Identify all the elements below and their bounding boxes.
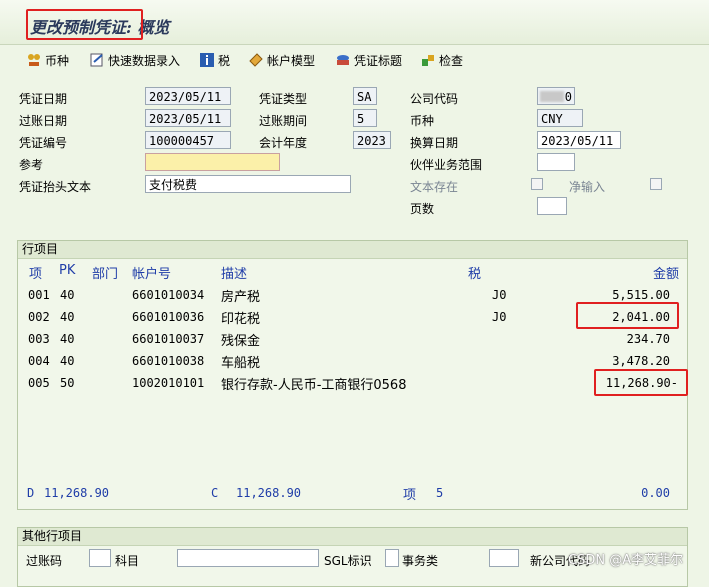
row-item: 002: [28, 310, 50, 324]
posting-key-label: 过账码: [26, 554, 63, 568]
currency-field[interactable]: CNY: [537, 109, 583, 127]
balance-total: 0.00: [641, 486, 670, 500]
company-code-label: 公司代码: [410, 92, 459, 106]
doc-number-field[interactable]: 100000457: [145, 131, 231, 149]
row-account: 1002010101: [132, 376, 205, 390]
watermark: CSDN @A李艾菲尔: [568, 553, 684, 568]
line-items-header: 行项目: [18, 241, 687, 259]
account-model-icon: [249, 53, 263, 67]
posting-key-field[interactable]: [89, 549, 111, 567]
sgl-label: SGL标识: [324, 554, 372, 568]
header-text-field[interactable]: 支付税费: [145, 175, 351, 193]
row-pk: 40: [60, 332, 75, 346]
row-amount: 5,515.00: [612, 288, 670, 302]
row-account: 6601010034: [132, 288, 205, 302]
check-button[interactable]: 检查: [420, 50, 463, 70]
header-text-label: 凭证抬头文本: [19, 180, 92, 194]
col-item: 项: [29, 267, 43, 282]
pages-field[interactable]: [537, 197, 567, 215]
row-desc: 印花税: [221, 312, 261, 327]
doc-date-label: 凭证日期: [19, 92, 68, 106]
fast-entry-icon: [90, 53, 103, 67]
row-desc: 残保金: [221, 334, 261, 349]
company-code-field[interactable]: 0: [537, 87, 575, 105]
sgl-field[interactable]: [385, 549, 399, 567]
partner-area-field[interactable]: [537, 153, 575, 171]
info-icon: [200, 53, 214, 67]
row-pk: 40: [60, 288, 75, 302]
row-item: 001: [28, 288, 50, 302]
fiscal-year-label: 会计年度: [259, 136, 308, 150]
net-entry-label: 净输入: [569, 180, 606, 194]
reference-label: 参考: [19, 158, 44, 172]
tax-button[interactable]: 税: [199, 50, 230, 70]
debit-total: 11,268.90: [44, 486, 110, 500]
doc-number-label: 凭证编号: [19, 136, 68, 150]
row-item: 003: [28, 332, 50, 346]
credit-total-label: C: [211, 486, 219, 500]
row-tax: J0: [492, 288, 507, 302]
col-desc: 描述: [221, 267, 248, 282]
reference-field[interactable]: [145, 153, 280, 171]
doc-type-field[interactable]: SA: [353, 87, 377, 105]
row-pk: 40: [60, 354, 75, 368]
doc-date-field[interactable]: 2023/05/11: [145, 87, 231, 105]
translation-date-label: 换算日期: [410, 136, 459, 150]
trans-type-field[interactable]: [489, 549, 519, 567]
title-highlight-box: [26, 9, 143, 40]
amount-highlight-box: [594, 369, 688, 396]
posting-date-label: 过账日期: [19, 114, 68, 128]
row-item: 005: [28, 376, 50, 390]
fast-entry-button[interactable]: 快速数据录入: [89, 50, 180, 70]
row-pk: 40: [60, 310, 75, 324]
row-pk: 50: [60, 376, 75, 390]
check-icon: [422, 55, 434, 66]
col-dept: 部门: [92, 267, 119, 282]
amount-highlight-box: [576, 302, 679, 329]
row-amount: 3,478.20: [612, 354, 670, 368]
period-label: 过账期间: [259, 114, 308, 128]
row-desc: 房产税: [221, 290, 261, 305]
items-count: 5: [436, 486, 444, 500]
trans-type-label: 事务类: [402, 554, 439, 568]
doc-type-label: 凭证类型: [259, 92, 308, 106]
account-field[interactable]: [177, 549, 319, 567]
row-desc: 车船税: [221, 356, 261, 371]
currency-label: 币种: [410, 114, 435, 128]
row-account: 6601010036: [132, 310, 205, 324]
text-exists-checkbox: [531, 178, 543, 190]
col-account: 帐户号: [132, 267, 172, 282]
row-amount: 234.70: [626, 332, 670, 346]
other-items-header: 其他行项目: [18, 528, 687, 546]
posting-date-field[interactable]: 2023/05/11: [145, 109, 231, 127]
currency-button[interactable]: 币种: [26, 50, 69, 70]
partner-area-label: 伙伴业务范围: [410, 158, 483, 172]
text-exists-label: 文本存在: [410, 180, 459, 194]
row-account: 6601010038: [132, 354, 205, 368]
items-count-label: 项: [403, 488, 417, 503]
row-item: 004: [28, 354, 50, 368]
redacted-mark: [540, 91, 564, 102]
debit-total-label: D: [27, 486, 35, 500]
credit-total: 11,268.90: [236, 486, 302, 500]
pages-label: 页数: [410, 202, 435, 216]
col-pk: PK: [59, 263, 76, 278]
currency-icon: [28, 54, 40, 66]
account-model-button[interactable]: 帐户模型: [248, 50, 315, 70]
period-field[interactable]: 5: [353, 109, 377, 127]
translation-date-field[interactable]: 2023/05/11: [537, 131, 621, 149]
row-desc: 银行存款-人民币-工商银行0568: [221, 378, 407, 393]
col-tax: 税: [468, 267, 482, 282]
document-header-button[interactable]: 凭证标题: [335, 50, 402, 70]
account-label: 科目: [115, 554, 140, 568]
row-tax: J0: [492, 310, 507, 324]
row-account: 6601010037: [132, 332, 205, 346]
col-amount: 金额: [653, 267, 680, 282]
net-entry-checkbox[interactable]: [650, 178, 662, 190]
fiscal-year-field[interactable]: 2023: [353, 131, 391, 149]
document-header-icon: [337, 55, 349, 65]
